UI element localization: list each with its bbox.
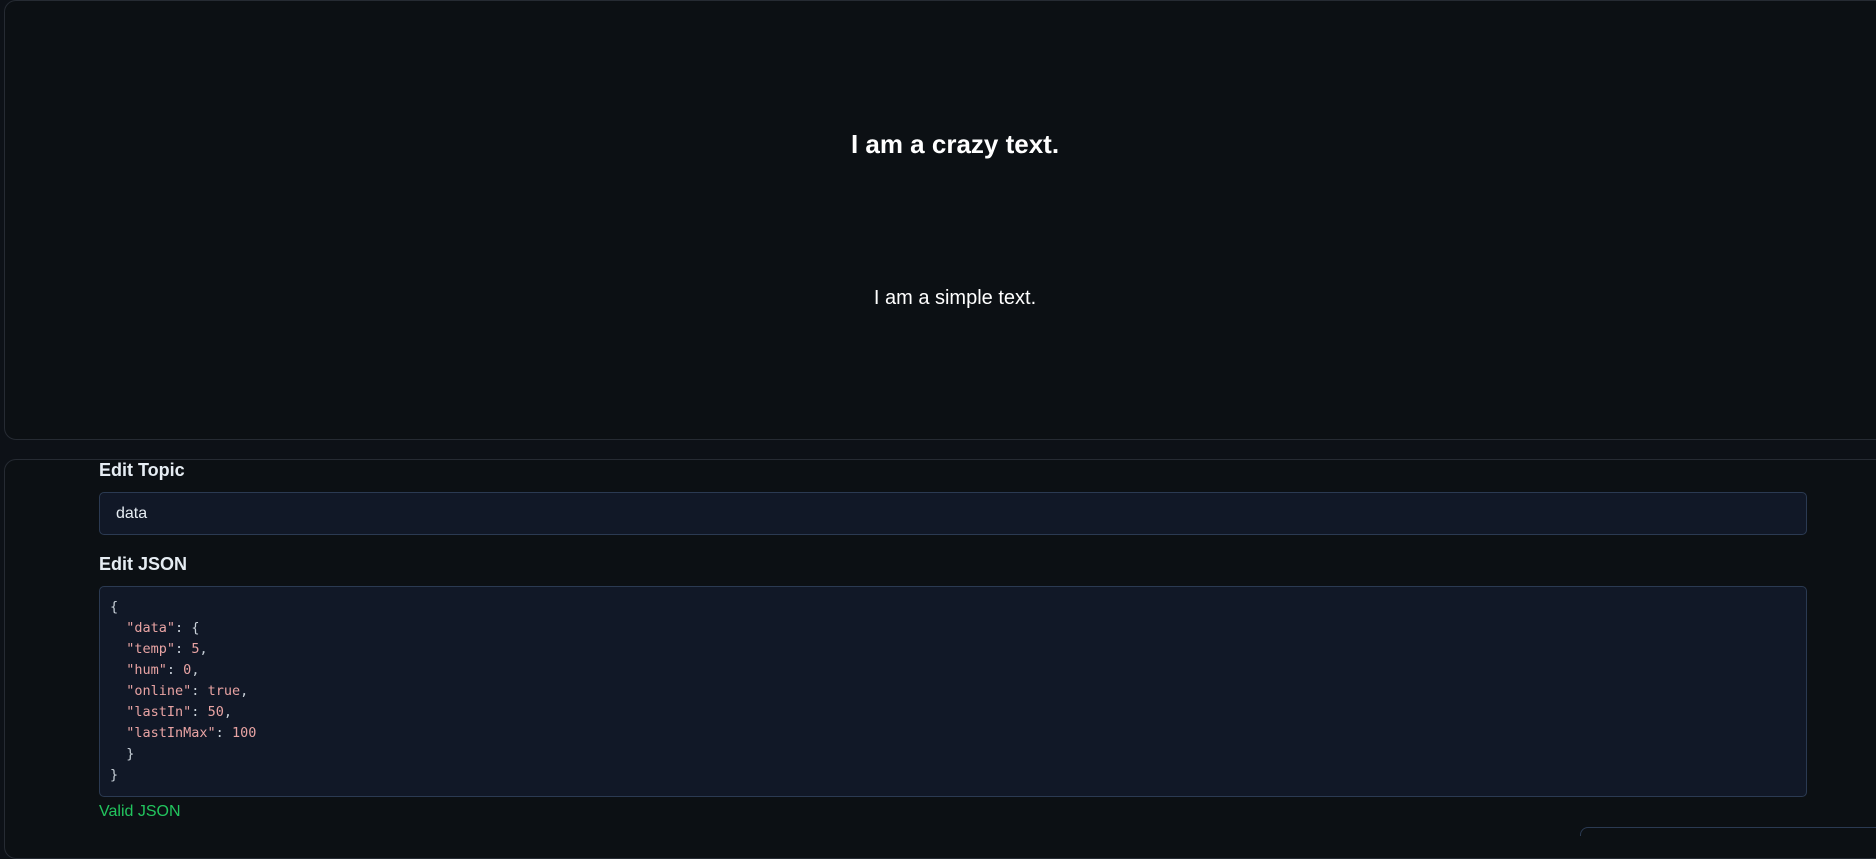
json-val: 100 — [231, 725, 257, 741]
editor-panel: Edit Topic Edit JSON { "data": { "temp":… — [4, 459, 1876, 859]
json-line: "lastIn": 50, — [110, 702, 1796, 723]
json-sep: : — [215, 725, 232, 741]
json-key: "data" — [126, 620, 176, 636]
json-editor-textarea[interactable]: { "data": { "temp": 5, "hum": 0, "online… — [99, 586, 1807, 797]
json-tail: , — [199, 641, 208, 657]
json-line: { — [110, 597, 1796, 618]
json-key: "hum" — [126, 662, 167, 678]
bottom-right-panel-edge — [1580, 827, 1876, 836]
json-key: "online" — [126, 683, 192, 699]
crazy-text-heading: I am a crazy text. — [850, 129, 1060, 159]
json-line: "temp": 5, — [110, 639, 1796, 660]
json-tail: } — [110, 767, 119, 783]
json-sep: : — [166, 662, 184, 678]
json-tail: , — [191, 662, 200, 678]
preview-panel: I am a crazy text. I am a simple text. — [4, 0, 1876, 440]
json-line: "data": { — [110, 618, 1796, 639]
json-sep: : — [175, 641, 192, 657]
json-val: true — [207, 683, 241, 699]
topic-input[interactable] — [99, 492, 1807, 535]
edit-json-label: Edit JSON — [99, 554, 188, 574]
json-tail: { — [191, 620, 200, 636]
json-key: "lastInMax" — [126, 725, 216, 741]
json-line: "hum": 0, — [110, 660, 1796, 681]
json-line: } — [110, 765, 1796, 786]
json-status-text: Valid JSON — [99, 803, 181, 820]
json-sep: : — [191, 704, 208, 720]
json-key: "temp" — [126, 641, 176, 657]
json-line: } — [110, 744, 1796, 765]
json-sep: : — [175, 620, 192, 636]
json-line: "online": true, — [110, 681, 1796, 702]
json-tail: , — [223, 704, 232, 720]
json-tail: , — [240, 683, 249, 699]
edit-topic-label: Edit Topic — [99, 460, 185, 480]
json-tail: { — [110, 599, 119, 615]
json-tail: } — [126, 746, 135, 762]
json-line: "lastInMax": 100 — [110, 723, 1796, 744]
json-val: 50 — [207, 704, 224, 720]
json-key: "lastIn" — [126, 704, 192, 720]
json-sep: : — [191, 683, 208, 699]
simple-text: I am a simple text. — [873, 287, 1037, 309]
